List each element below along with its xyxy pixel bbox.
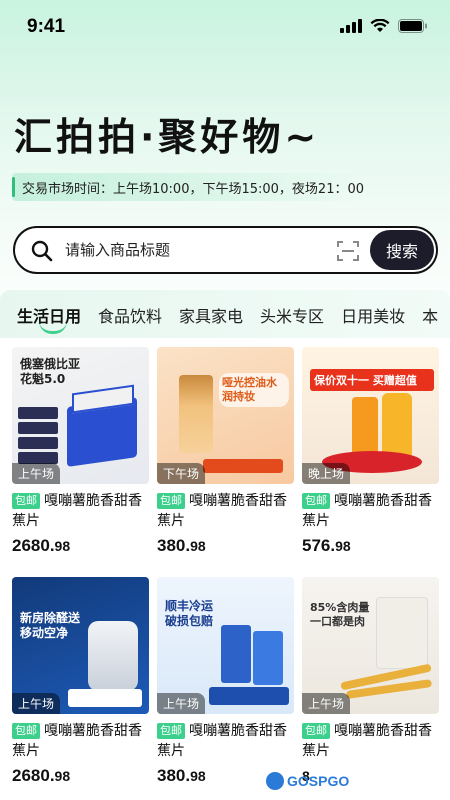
product-image: 哑光控油水润持妆 下午场 <box>157 347 294 484</box>
product-price: 380.98 <box>157 536 294 556</box>
promo-strip <box>209 687 289 705</box>
search-button[interactable]: 搜索 <box>370 230 434 270</box>
product-image-text: 保价双十一 买赠超值 <box>310 369 434 391</box>
search-input[interactable] <box>65 238 325 262</box>
session-badge: 上午场 <box>12 693 61 714</box>
watermark-icon <box>266 772 284 790</box>
free-shipping-tag: 包邮 <box>157 723 185 739</box>
product-image: 顺丰冷运破损包赔 上午场 <box>157 577 294 714</box>
tab-beauty[interactable]: 日用美妆 <box>341 303 405 327</box>
tab-more[interactable]: 本 <box>422 303 438 327</box>
price-decimal: 98 <box>335 538 351 554</box>
product-price: 2680.98 <box>12 766 149 786</box>
tab-food-drinks[interactable]: 食品饮料 <box>98 303 162 327</box>
product-image-text: 顺丰冷运破损包赔 <box>165 599 214 628</box>
tab-daily-life[interactable]: 生活日用 <box>17 303 81 334</box>
price-integer: 2680. <box>12 536 55 555</box>
product-image: 俄塞俄比亚花魁5.0 上午场 <box>12 347 149 484</box>
product-price: 2680.98 <box>12 536 149 556</box>
price-decimal: 98 <box>54 538 71 554</box>
category-tabs: 生活日用 食品饮料 家具家电 头米专区 日用美妆 本 <box>0 290 450 338</box>
product-image-text: 哑光控油水润持妆 <box>219 373 289 407</box>
battery-icon <box>398 19 427 33</box>
free-shipping-tag: 包邮 <box>157 493 185 509</box>
market-time-text: 交易市场时间：上午场10:00，下午场15:00，夜场21：00 <box>22 181 365 197</box>
status-time: 9:41 <box>27 16 66 37</box>
product-title[interactable]: 包邮 嘎嘣薯脆香甜香蕉片 <box>12 721 149 761</box>
page-title: 汇拍拍·聚好物~ <box>14 115 321 159</box>
search-bar: 搜索 <box>13 226 438 274</box>
product-image-text: 新房除醛送移动空净 <box>20 611 81 640</box>
price-decimal: 98 <box>54 768 71 784</box>
session-badge: 下午场 <box>157 463 206 484</box>
product-card[interactable]: 新房除醛送移动空净 上午场 包邮 嘎嘣薯脆香甜香蕉片 2680.98 <box>12 577 149 797</box>
product-bottle-graphic <box>352 397 378 457</box>
product-card[interactable]: 俄塞俄比亚花魁5.0 上午场 包邮 嘎嘣薯脆香甜香蕉片 2680.98 <box>12 347 149 567</box>
tab-furniture-appliances[interactable]: 家具家电 <box>179 303 243 327</box>
product-bag-graphic <box>376 597 428 669</box>
price-integer: 380. <box>157 536 191 555</box>
product-title[interactable]: 包邮 嘎嘣薯脆香甜香蕉片 <box>157 721 294 761</box>
session-badge: 上午场 <box>12 463 61 484</box>
product-card[interactable]: 顺丰冷运破损包赔 上午场 包邮 嘎嘣薯脆香甜香蕉片 380.98 <box>157 577 294 797</box>
product-card[interactable]: 保价双十一 买赠超值 晚上场 包邮 嘎嘣薯脆香甜香蕉片 576.98 <box>302 347 439 567</box>
scan-icon[interactable] <box>337 240 359 262</box>
feature-list <box>18 407 58 464</box>
product-grid: 俄塞俄比亚花魁5.0 上午场 包邮 嘎嘣薯脆香甜香蕉片 2680.98 哑光控油水… <box>12 347 439 797</box>
product-device-graphic <box>88 621 138 691</box>
product-image-text: 俄塞俄比亚花魁5.0 <box>20 357 81 386</box>
free-shipping-tag: 包邮 <box>302 723 330 739</box>
wifi-icon <box>370 19 390 32</box>
free-shipping-tag: 包邮 <box>12 493 40 509</box>
product-image: 85%含肉量一口都是肉 上午场 <box>302 577 439 714</box>
session-badge: 晚上场 <box>302 463 351 484</box>
price-integer: 380. <box>157 766 191 785</box>
session-badge: 上午场 <box>157 693 206 714</box>
session-badge: 上午场 <box>302 693 351 714</box>
milk-carton-graphic-2 <box>253 631 283 685</box>
price-decimal: 98 <box>190 538 206 554</box>
product-image: 新房除醛送移动空净 上午场 <box>12 577 149 714</box>
product-image: 保价双十一 买赠超值 晚上场 <box>302 347 439 484</box>
price-integer: 576. <box>302 536 336 555</box>
watermark-text: GOSPGO <box>287 773 350 789</box>
promo-strip <box>203 459 283 473</box>
product-title[interactable]: 包邮 嘎嘣薯脆香甜香蕉片 <box>302 491 439 531</box>
search-icon <box>31 240 53 262</box>
product-card[interactable]: 85%含肉量一口都是肉 上午场 包邮 嘎嘣薯脆香甜香蕉片 8 <box>302 577 439 797</box>
price-decimal: 98 <box>190 768 206 784</box>
product-title[interactable]: 包邮 嘎嘣薯脆香甜香蕉片 <box>302 721 439 761</box>
status-icons <box>340 19 428 33</box>
product-bottle-graphic-2 <box>382 393 412 459</box>
product-bottle-graphic <box>179 375 213 453</box>
tab-special-zone[interactable]: 头米专区 <box>260 303 324 327</box>
signal-icon <box>340 19 362 33</box>
product-card[interactable]: 哑光控油水润持妆 下午场 包邮 嘎嘣薯脆香甜香蕉片 380.98 <box>157 347 294 567</box>
market-time-banner: 交易市场时间：上午场10:00，下午场15:00，夜场21：00 <box>12 173 368 201</box>
free-shipping-tag: 包邮 <box>302 493 330 509</box>
product-price: 576.98 <box>302 536 439 556</box>
free-shipping-tag: 包邮 <box>12 723 40 739</box>
watermark-logo: GOSPGO <box>266 770 349 792</box>
promo-strip <box>68 689 142 707</box>
milk-carton-graphic <box>221 625 251 683</box>
product-title[interactable]: 包邮 嘎嘣薯脆香甜香蕉片 <box>12 491 149 531</box>
status-bar: 9:41 <box>0 0 450 54</box>
product-title[interactable]: 包邮 嘎嘣薯脆香甜香蕉片 <box>157 491 294 531</box>
price-integer: 2680. <box>12 766 55 785</box>
product-image-text: 85%含肉量一口都是肉 <box>310 601 370 628</box>
